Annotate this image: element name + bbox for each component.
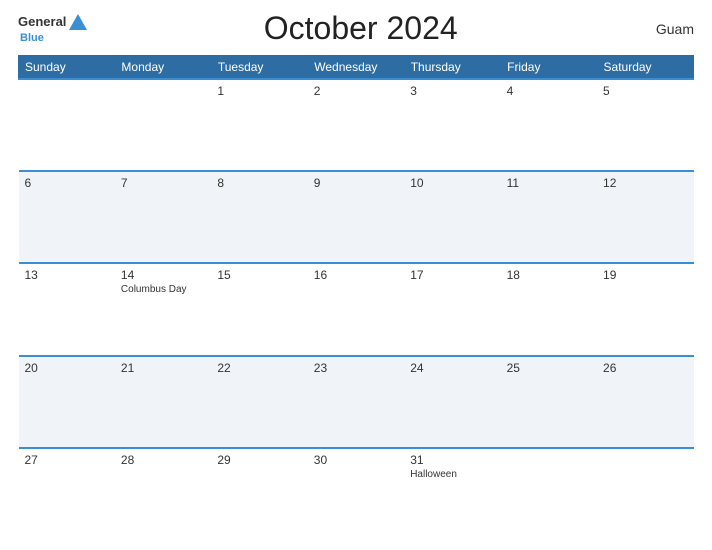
day-number: 31	[410, 453, 494, 467]
day-number: 27	[25, 453, 109, 467]
day-number: 23	[314, 361, 398, 375]
calendar-cell: 15	[211, 263, 307, 355]
calendar-cell: 4	[501, 79, 597, 171]
weekday-header-friday: Friday	[501, 56, 597, 80]
logo-text-general: General	[18, 15, 66, 29]
week-row-4: 20 21 22 23 24 25 26	[19, 356, 694, 448]
calendar-cell: 17	[404, 263, 500, 355]
calendar-cell: 7	[115, 171, 211, 263]
logo-text-blue: Blue	[20, 32, 44, 44]
calendar-cell	[597, 448, 693, 540]
day-number: 5	[603, 84, 687, 98]
calendar-cell: 18	[501, 263, 597, 355]
logo-line1: General	[18, 14, 87, 32]
day-number: 2	[314, 84, 398, 98]
calendar-cell	[19, 79, 115, 171]
calendar-cell: 1	[211, 79, 307, 171]
week-row-5: 27 28 29 30 31 Halloween	[19, 448, 694, 540]
page: General Blue October 2024 Guam SundayMon…	[0, 0, 712, 550]
calendar-cell: 14 Columbus Day	[115, 263, 211, 355]
day-number: 21	[121, 361, 205, 375]
day-number: 22	[217, 361, 301, 375]
calendar-cell: 6	[19, 171, 115, 263]
day-number: 6	[25, 176, 109, 190]
logo: General Blue	[18, 14, 87, 44]
weekday-header-thursday: Thursday	[404, 56, 500, 80]
calendar-cell	[115, 79, 211, 171]
calendar-cell: 12	[597, 171, 693, 263]
calendar-cell: 27	[19, 448, 115, 540]
header: General Blue October 2024 Guam	[18, 10, 694, 47]
day-number: 19	[603, 268, 687, 282]
calendar-cell: 3	[404, 79, 500, 171]
day-number: 24	[410, 361, 494, 375]
event-label: Columbus Day	[121, 284, 205, 295]
logo-wrapper: General Blue	[18, 14, 87, 44]
weekday-header-monday: Monday	[115, 56, 211, 80]
day-number: 15	[217, 268, 301, 282]
calendar-cell: 22	[211, 356, 307, 448]
day-number: 10	[410, 176, 494, 190]
calendar-cell	[501, 448, 597, 540]
calendar-cell: 5	[597, 79, 693, 171]
calendar-cell: 13	[19, 263, 115, 355]
calendar-table: SundayMondayTuesdayWednesdayThursdayFrid…	[18, 55, 694, 540]
calendar-cell: 21	[115, 356, 211, 448]
calendar-cell: 2	[308, 79, 404, 171]
calendar-cell: 8	[211, 171, 307, 263]
calendar-cell: 10	[404, 171, 500, 263]
day-number: 20	[25, 361, 109, 375]
weekday-header-wednesday: Wednesday	[308, 56, 404, 80]
weekday-header-sunday: Sunday	[19, 56, 115, 80]
logo-triangle-icon	[69, 14, 87, 30]
day-number: 28	[121, 453, 205, 467]
calendar-cell: 30	[308, 448, 404, 540]
calendar-cell: 11	[501, 171, 597, 263]
day-number: 13	[25, 268, 109, 282]
region-label: Guam	[634, 21, 694, 37]
week-row-3: 13 14 Columbus Day 15 16 17 18 19	[19, 263, 694, 355]
calendar-cell: 28	[115, 448, 211, 540]
calendar-cell: 16	[308, 263, 404, 355]
calendar-cell: 20	[19, 356, 115, 448]
weekday-header-row: SundayMondayTuesdayWednesdayThursdayFrid…	[19, 56, 694, 80]
day-number: 8	[217, 176, 301, 190]
day-number: 16	[314, 268, 398, 282]
day-number: 25	[507, 361, 591, 375]
calendar-cell: 31 Halloween	[404, 448, 500, 540]
calendar-cell: 26	[597, 356, 693, 448]
calendar-title: October 2024	[87, 10, 634, 47]
day-number: 9	[314, 176, 398, 190]
day-number: 29	[217, 453, 301, 467]
calendar-cell: 24	[404, 356, 500, 448]
day-number: 30	[314, 453, 398, 467]
calendar-cell: 9	[308, 171, 404, 263]
day-number: 1	[217, 84, 301, 98]
day-number: 26	[603, 361, 687, 375]
calendar-cell: 19	[597, 263, 693, 355]
week-row-1: 12345	[19, 79, 694, 171]
calendar-cell: 29	[211, 448, 307, 540]
calendar-cell: 25	[501, 356, 597, 448]
day-number: 11	[507, 176, 591, 190]
day-number: 7	[121, 176, 205, 190]
day-number: 12	[603, 176, 687, 190]
day-number: 17	[410, 268, 494, 282]
weekday-header-saturday: Saturday	[597, 56, 693, 80]
day-number: 14	[121, 268, 205, 282]
week-row-2: 6789 10 11 12	[19, 171, 694, 263]
calendar-cell: 23	[308, 356, 404, 448]
weekday-header-tuesday: Tuesday	[211, 56, 307, 80]
day-number: 18	[507, 268, 591, 282]
day-number: 3	[410, 84, 494, 98]
day-number: 4	[507, 84, 591, 98]
event-label: Halloween	[410, 469, 494, 480]
